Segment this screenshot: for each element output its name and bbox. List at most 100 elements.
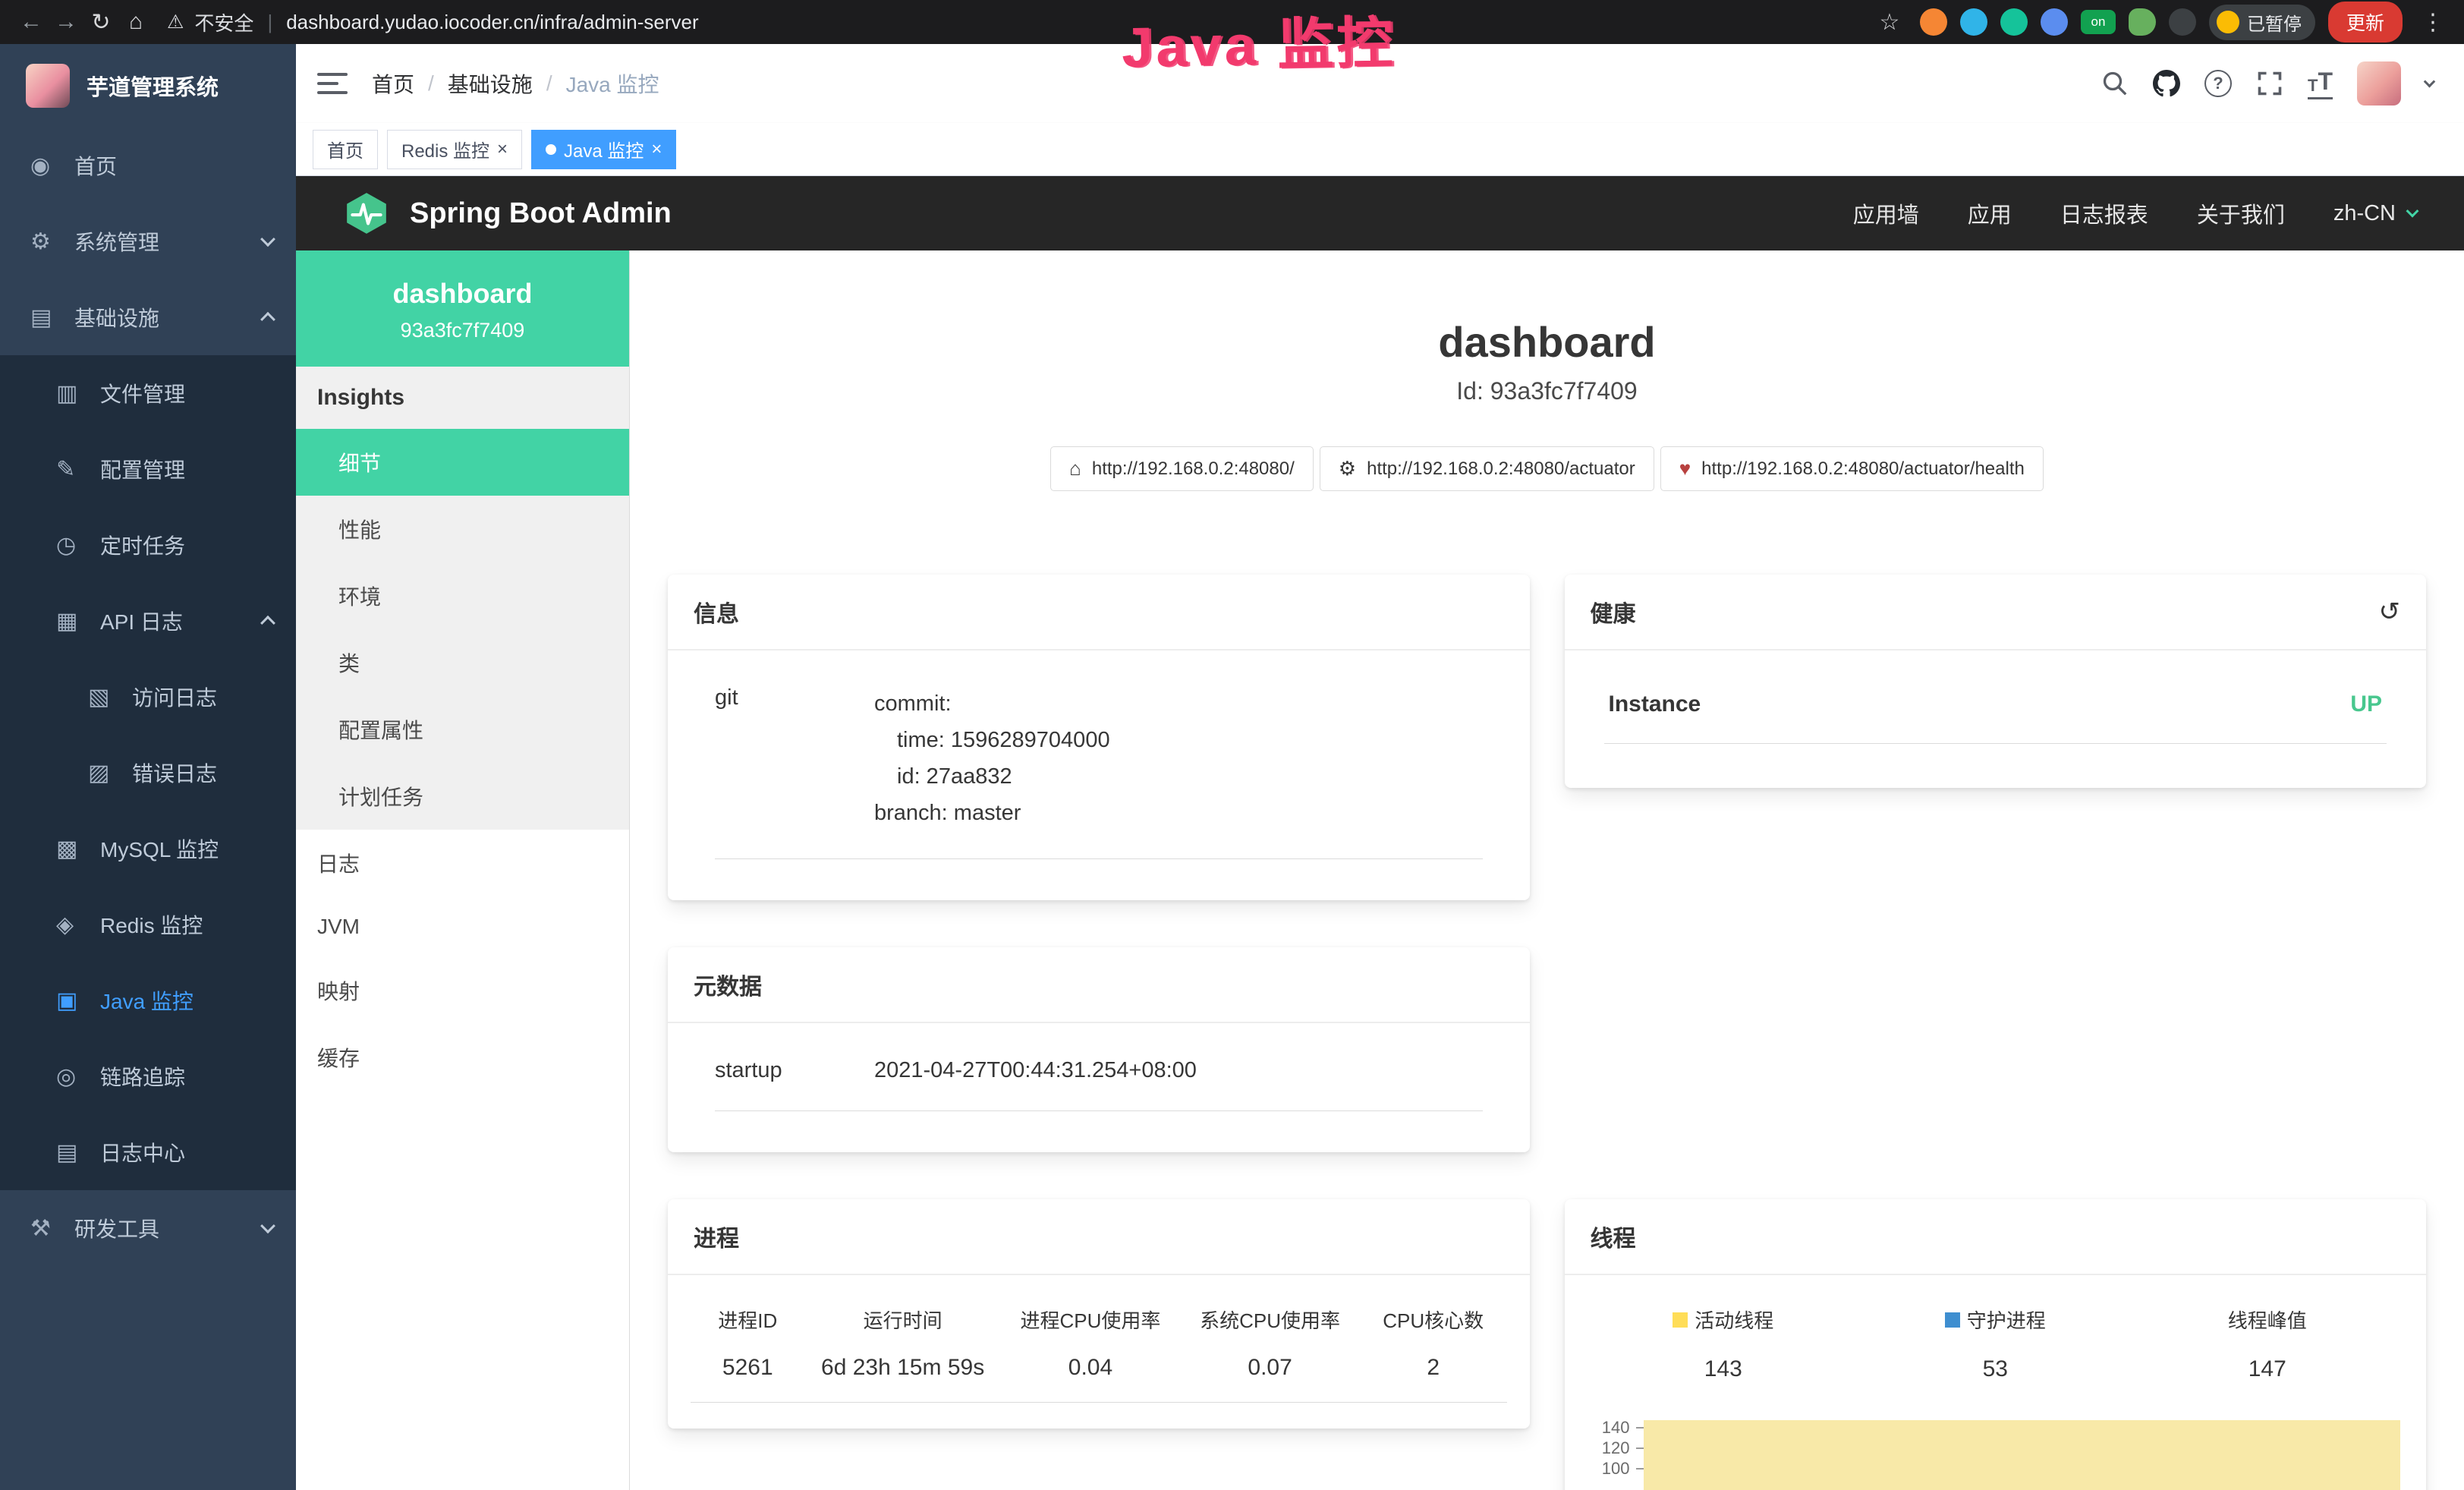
reload-button[interactable]: ↻ <box>83 9 118 36</box>
threads-card: 线程 活动线程 143 <box>1565 1199 2427 1490</box>
avatar-caret-icon[interactable] <box>2424 75 2436 87</box>
sidebar-item-trace[interactable]: ◎ 链路追踪 <box>0 1038 296 1114</box>
search-icon[interactable] <box>2101 70 2129 97</box>
update-button[interactable]: 更新 <box>2328 2 2403 43</box>
tools-icon: ⚒ <box>30 1215 65 1242</box>
url-text[interactable]: dashboard.yudao.iocoder.cn/infra/admin-s… <box>286 11 698 34</box>
sba-brand[interactable]: Spring Boot Admin <box>343 190 672 237</box>
legend-label: 活动线程 <box>1695 1306 1773 1334</box>
tab-home[interactable]: 首页 <box>313 130 378 169</box>
extension-check-icon[interactable] <box>2000 8 2028 36</box>
sba-menu-classes[interactable]: 类 <box>296 629 629 696</box>
health-url-link[interactable]: ♥ http://192.168.0.2:48080/actuator/heal… <box>1660 446 2044 491</box>
sidebar-item-access-logs[interactable]: ▧ 访问日志 <box>0 659 296 735</box>
sidebar-item-error-logs[interactable]: ▨ 错误日志 <box>0 735 296 811</box>
service-url-link[interactable]: ⌂ http://192.168.0.2:48080/ <box>1050 446 1314 491</box>
sidebar-item-dev-tools[interactable]: ⚒ 研发工具 <box>0 1190 296 1266</box>
sba-locale-label: zh-CN <box>2333 201 2396 226</box>
sba-menu-scheduled-tasks[interactable]: 计划任务 <box>296 763 629 830</box>
browser-chrome: ← → ↻ ⌂ ⚠ 不安全 | dashboard.yudao.iocoder.… <box>0 0 2464 44</box>
sba-menu-performance[interactable]: 性能 <box>296 496 629 562</box>
github-icon[interactable] <box>2153 70 2180 97</box>
dashboard-icon: ◉ <box>30 153 65 179</box>
legend-active-threads[interactable]: 活动线程 143 <box>1588 1306 1860 1382</box>
card-title: 信息 <box>694 595 739 628</box>
font-size-icon[interactable]: TT <box>2308 68 2333 99</box>
health-card: 健康 ↺ Instance UP <box>1565 575 2427 788</box>
breadcrumb-home[interactable]: 首页 <box>372 68 414 99</box>
breadcrumb-separator: / <box>428 71 434 96</box>
history-icon[interactable]: ↺ <box>2379 597 2401 627</box>
legend-daemon-threads[interactable]: 守护进程 53 <box>1859 1306 2132 1382</box>
browser-window: ← → ↻ ⌂ ⚠ 不安全 | dashboard.yudao.iocoder.… <box>0 0 2464 1490</box>
tab-redis-monitor[interactable]: Redis 监控 × <box>387 130 522 169</box>
tags-view: 首页 Redis 监控 × Java 监控 × <box>296 123 2464 176</box>
extension-drop-icon[interactable] <box>1960 8 1987 36</box>
sidebar-item-home[interactable]: ◉ 首页 <box>0 128 296 203</box>
sba-menu-mappings[interactable]: 映射 <box>296 957 629 1024</box>
sba-locale-select[interactable]: zh-CN <box>2333 201 2417 226</box>
sidebar-item-log-center[interactable]: ▤ 日志中心 <box>0 1114 296 1190</box>
back-button[interactable]: ← <box>14 9 49 35</box>
sidebar-item-label: 系统管理 <box>74 226 263 257</box>
instance-header[interactable]: dashboard 93a3fc7f7409 <box>296 250 629 367</box>
sba-menu-jvm[interactable]: JVM <box>296 896 629 957</box>
insights-group: Insights 细节 性能 环境 类 配置属性 计划任务 <box>296 367 629 830</box>
sba-menu-logs[interactable]: 日志 <box>296 830 629 896</box>
browser-menu-icon[interactable]: ⋮ <box>2415 9 2450 36</box>
app-logo <box>26 64 70 108</box>
sba-nav-about[interactable]: 关于我们 <box>2197 197 2285 229</box>
sidebar-item-redis-monitor[interactable]: ◈ Redis 监控 <box>0 887 296 962</box>
close-icon[interactable]: × <box>497 140 508 159</box>
sidebar-item-infrastructure[interactable]: ▤ 基础设施 <box>0 279 296 355</box>
column-header: 运行时间 <box>805 1306 1001 1334</box>
sba-menu-details[interactable]: 细节 <box>296 429 629 496</box>
column-header: CPU核心数 <box>1360 1306 1507 1334</box>
extension-switch-icon[interactable]: on <box>2081 10 2116 34</box>
error-log-icon: ▨ <box>88 760 123 786</box>
paused-badge[interactable]: 已暂停 <box>2209 5 2315 40</box>
threads-legend: 活动线程 143 守护进程 <box>1588 1306 2404 1382</box>
tab-java-monitor[interactable]: Java 监控 × <box>531 130 676 169</box>
sba-nav-applications[interactable]: 应用 <box>1968 197 2012 229</box>
link-label: http://192.168.0.2:48080/actuator/health <box>1701 458 2025 480</box>
extension-grid-icon[interactable] <box>2041 8 2068 36</box>
sidebar-item-scheduled-jobs[interactable]: ◷ 定时任务 <box>0 507 296 583</box>
info-line: branch: master <box>874 795 1483 831</box>
sba-logo-icon <box>343 190 390 237</box>
address-bar[interactable]: ⚠ 不安全 | dashboard.yudao.iocoder.cn/infra… <box>167 8 699 36</box>
process-column: 进程CPU使用率 0.04 <box>1001 1306 1181 1381</box>
breadcrumb-infrastructure[interactable]: 基础设施 <box>448 68 533 99</box>
close-icon[interactable]: × <box>651 140 662 159</box>
sidebar-item-java-monitor[interactable]: ▣ Java 监控 <box>0 962 296 1038</box>
actuator-url-link[interactable]: ⚙ http://192.168.0.2:48080/actuator <box>1320 446 1654 491</box>
app-logo-row[interactable]: 芋道管理系统 <box>0 44 296 128</box>
help-icon[interactable]: ? <box>2204 70 2232 97</box>
address-divider: | <box>267 11 272 34</box>
fullscreen-icon[interactable] <box>2256 70 2283 97</box>
redis-icon: ◈ <box>56 912 91 938</box>
sba-nav-wallboard[interactable]: 应用墙 <box>1853 197 1919 229</box>
sidebar-item-config-mgmt[interactable]: ✎ 配置管理 <box>0 431 296 507</box>
sidebar-item-api-logs[interactable]: ▦ API 日志 <box>0 583 296 659</box>
sba-menu-environment[interactable]: 环境 <box>296 562 629 629</box>
forward-button[interactable]: → <box>49 9 83 35</box>
sidebar-item-mysql-monitor[interactable]: ▩ MySQL 监控 <box>0 811 296 887</box>
security-label[interactable]: 不安全 <box>194 8 253 36</box>
y-tick-label: 100 <box>1602 1459 1630 1479</box>
sba-menu-caches[interactable]: 缓存 <box>296 1024 629 1091</box>
sba-nav-journal[interactable]: 日志报表 <box>2060 197 2148 229</box>
extension-lion-icon[interactable] <box>1920 8 1947 36</box>
extension-leaf-icon[interactable] <box>2129 8 2156 36</box>
sba-menu-config-props[interactable]: 配置属性 <box>296 696 629 763</box>
home-button[interactable]: ⌂ <box>118 9 153 35</box>
menu-fold-icon[interactable] <box>317 73 348 94</box>
avatar[interactable] <box>2357 61 2401 106</box>
extension-puzzle-icon[interactable] <box>2169 8 2196 36</box>
sidebar-item-label: 基础设施 <box>74 302 263 332</box>
bookmark-star-icon[interactable]: ☆ <box>1872 9 1907 36</box>
sidebar-item-file-mgmt[interactable]: ▥ 文件管理 <box>0 355 296 431</box>
sidebar-item-system-mgmt[interactable]: ⚙ 系统管理 <box>0 203 296 279</box>
y-tick-label: 120 <box>1602 1438 1630 1458</box>
column-value: 2 <box>1360 1355 1507 1381</box>
